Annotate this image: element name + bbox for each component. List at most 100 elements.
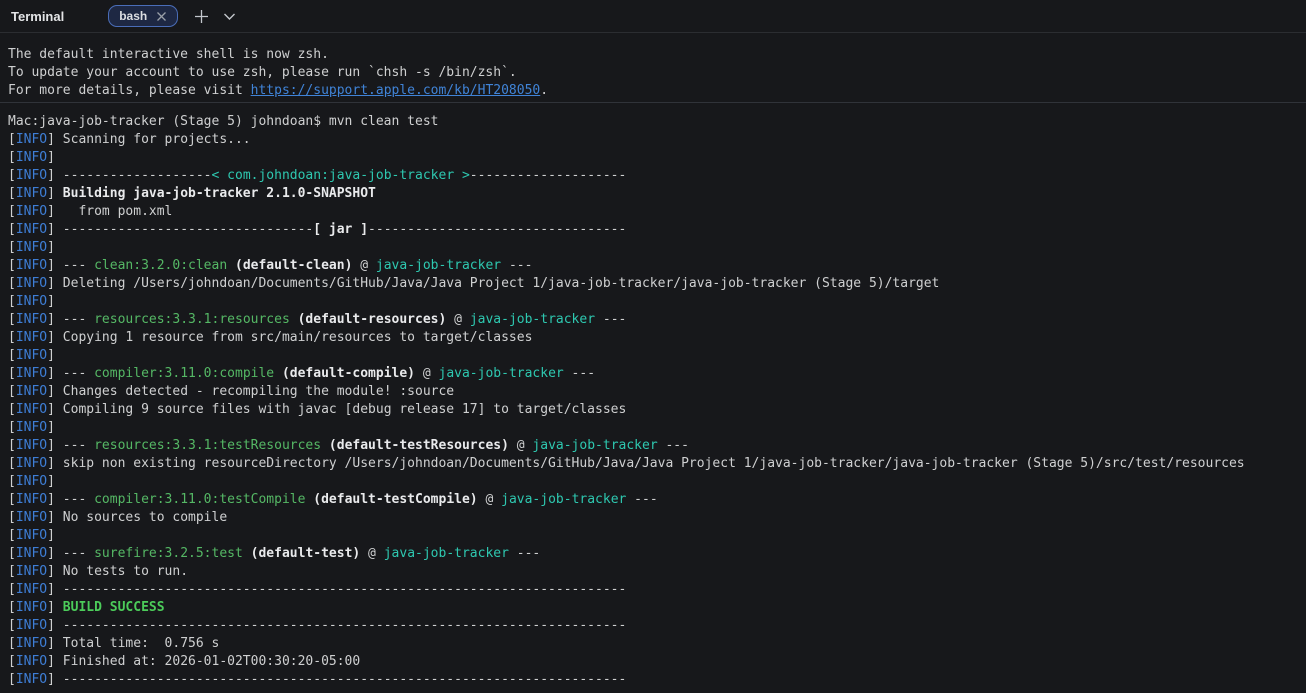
- terminal-text-segment: .: [540, 83, 548, 98]
- terminal-line: The default interactive shell is now zsh…: [8, 46, 1306, 64]
- terminal-output[interactable]: The default interactive shell is now zsh…: [0, 33, 1306, 689]
- terminal-text-segment: @: [360, 546, 383, 561]
- terminal-text-segment: java-job-tracker: [384, 546, 509, 561]
- terminal-text-segment: Changes detected - recompiling the modul…: [63, 384, 454, 399]
- terminal-tab-label: bash: [119, 9, 147, 23]
- terminal-text-segment: (default-compile): [282, 366, 415, 381]
- terminal-text-segment: [: [8, 168, 16, 183]
- terminal-text-segment: [243, 546, 251, 561]
- terminal-text-segment: ---: [63, 492, 94, 507]
- terminal-text-segment: ]: [47, 204, 63, 219]
- terminal-text-segment: [: [8, 132, 16, 147]
- terminal-text-segment: java-job-tracker: [470, 312, 595, 327]
- terminal-text-segment: ---: [63, 546, 94, 561]
- terminal-line: [INFO] Deleting /Users/johndoan/Document…: [8, 275, 1306, 293]
- terminal-text-segment: resources:3.3.1:testResources: [94, 438, 321, 453]
- terminal-line: [INFO] -------------------< com.johndoan…: [8, 167, 1306, 185]
- terminal-text-segment: [: [8, 402, 16, 417]
- terminal-text-segment: [: [8, 474, 16, 489]
- terminal-text-segment: [: [8, 240, 16, 255]
- terminal-line: [INFO]: [8, 419, 1306, 437]
- terminal-text-segment: Scanning for projects...: [63, 132, 251, 147]
- terminal-text-segment: ]: [47, 384, 63, 399]
- terminal-text-segment: ]: [47, 150, 63, 165]
- terminal-text-segment: [: [8, 384, 16, 399]
- terminal-line: [INFO] Finished at: 2026-01-02T00:30:20-…: [8, 653, 1306, 671]
- terminal-text-segment: [: [8, 438, 16, 453]
- terminal-text-segment: The default interactive shell is now zsh…: [8, 47, 329, 62]
- terminal-text-segment: [: [8, 654, 16, 669]
- terminal-line: [INFO]: [8, 149, 1306, 167]
- terminal-line: [INFO] No sources to compile: [8, 509, 1306, 527]
- terminal-text-segment: No tests to run.: [63, 564, 188, 579]
- terminal-text-segment: clean:3.2.0:clean: [94, 258, 227, 273]
- terminal-text-segment: ]: [47, 420, 63, 435]
- terminal-text-segment: INFO: [16, 510, 47, 525]
- terminal-text-segment: ---: [564, 366, 595, 381]
- terminal-text-segment: [: [8, 186, 16, 201]
- terminal-text-segment: ]: [47, 276, 63, 291]
- terminal-text-segment: java-job-tracker: [439, 366, 564, 381]
- plus-icon[interactable]: [194, 9, 209, 24]
- terminal-tab-bash[interactable]: bash: [108, 5, 178, 27]
- terminal-text-segment: [: [8, 150, 16, 165]
- close-icon[interactable]: [156, 11, 167, 22]
- terminal-text-segment: ]: [47, 654, 63, 669]
- terminal-text-segment: INFO: [16, 672, 47, 687]
- terminal-text-segment: [: [8, 510, 16, 525]
- terminal-text-segment: ---: [63, 258, 94, 273]
- terminal-text-segment: ----------------------------------------…: [63, 672, 627, 687]
- terminal-text-segment: To update your account to use zsh, pleas…: [8, 65, 517, 80]
- terminal-text-segment: [227, 258, 235, 273]
- terminal-line: [INFO]: [8, 347, 1306, 365]
- terminal-text-segment: ]: [47, 474, 63, 489]
- terminal-text-segment: INFO: [16, 582, 47, 597]
- terminal-line: To update your account to use zsh, pleas…: [8, 64, 1306, 82]
- terminal-text-segment: ---: [63, 438, 94, 453]
- terminal-text-segment: ]: [47, 546, 63, 561]
- terminal-text-segment: -------------------: [63, 168, 212, 183]
- chevron-down-icon[interactable]: [223, 12, 236, 21]
- terminal-text-segment: [: [8, 564, 16, 579]
- terminal-text-segment: INFO: [16, 492, 47, 507]
- terminal-text-segment: ]: [47, 510, 63, 525]
- terminal-text-segment: [: [8, 312, 16, 327]
- terminal-line: [INFO]: [8, 527, 1306, 545]
- terminal-text-segment: @: [509, 438, 532, 453]
- terminal-text-segment: [: [8, 258, 16, 273]
- terminal-line: [INFO] Total time: 0.756 s: [8, 635, 1306, 653]
- terminal-line: Mac:java-job-tracker (Stage 5) johndoan$…: [8, 113, 1306, 131]
- terminal-text-segment: ]: [47, 240, 63, 255]
- terminal-text-segment: ---: [63, 366, 94, 381]
- terminal-text-segment: ---: [501, 258, 532, 273]
- terminal-text-segment: ]: [47, 618, 63, 633]
- terminal-line: [INFO] --- clean:3.2.0:clean (default-cl…: [8, 257, 1306, 275]
- terminal-text-segment: For more details, please visit: [8, 83, 251, 98]
- terminal-line: [INFO] Compiling 9 source files with jav…: [8, 401, 1306, 419]
- terminal-text-segment: ---------------------------------: [368, 222, 626, 237]
- terminal-text-segment: INFO: [16, 636, 47, 651]
- terminal-text-segment: [: [8, 582, 16, 597]
- terminal-text-segment: INFO: [16, 456, 47, 471]
- terminal-text-segment: INFO: [16, 654, 47, 669]
- terminal-line: [INFO] --- surefire:3.2.5:test (default-…: [8, 545, 1306, 563]
- terminal-text-segment: [: [8, 456, 16, 471]
- terminal-text-segment: INFO: [16, 168, 47, 183]
- terminal-text-segment: skip non existing resourceDirectory /Use…: [63, 456, 1245, 471]
- terminal-text-segment: [: [8, 276, 16, 291]
- terminal-text-segment: --------------------: [470, 168, 627, 183]
- terminal-line: [INFO] ---------------------------------…: [8, 671, 1306, 689]
- terminal-text-segment: [: [8, 294, 16, 309]
- terminal-text-segment: java-job-tracker: [532, 438, 657, 453]
- terminal-text-segment: Deleting /Users/johndoan/Documents/GitHu…: [63, 276, 940, 291]
- terminal-line: [INFO] Changes detected - recompiling th…: [8, 383, 1306, 401]
- terminal-text-segment: [: [8, 618, 16, 633]
- panel-title: Terminal: [11, 9, 64, 24]
- terminal-text-segment: compiler:3.11.0:compile: [94, 366, 274, 381]
- terminal-line: [INFO] --- resources:3.3.1:resources (de…: [8, 311, 1306, 329]
- terminal-text-segment: [: [8, 528, 16, 543]
- terminal-text-segment: ]: [47, 132, 63, 147]
- terminal-text-segment: ]: [47, 258, 63, 273]
- terminal-link[interactable]: https://support.apple.com/kb/HT208050: [251, 83, 541, 98]
- terminal-text-segment: ]: [47, 402, 63, 417]
